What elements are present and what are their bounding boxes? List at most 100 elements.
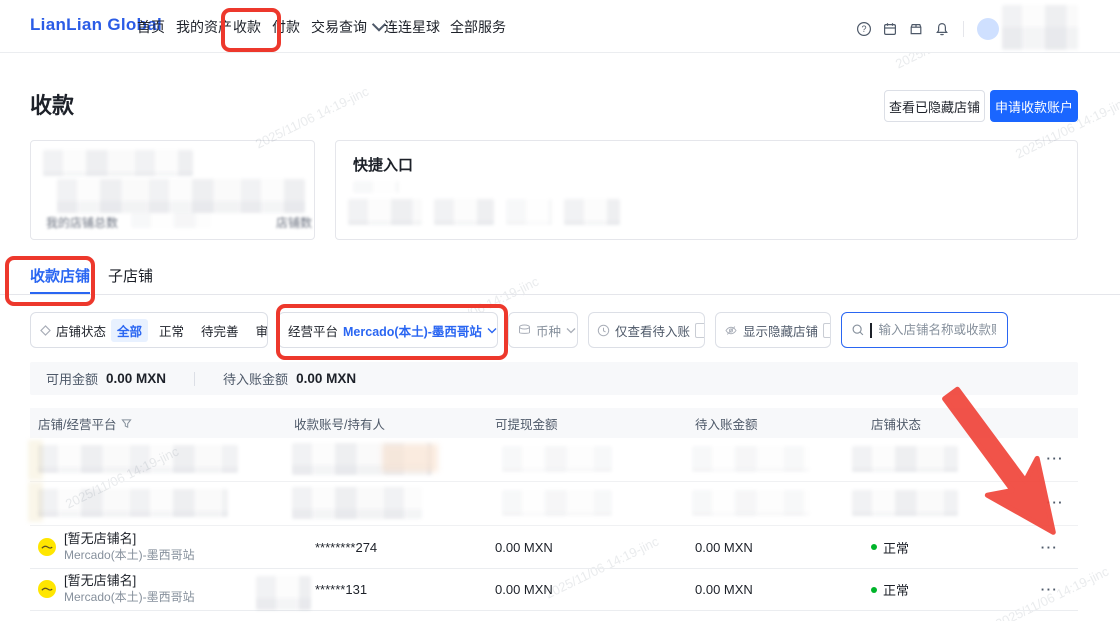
filter-funnel-icon[interactable] bbox=[121, 418, 133, 429]
search-icon bbox=[852, 324, 864, 336]
column-shop-platform: 店铺/经营平台 bbox=[30, 414, 282, 433]
redacted-tint bbox=[382, 444, 438, 472]
platform-filter[interactable]: 经营平台 Mercado(本土)-墨西哥站 bbox=[278, 312, 498, 348]
withdrawable-amount: 0.00 MXN bbox=[495, 539, 553, 555]
status-badge: 正常 bbox=[883, 583, 910, 598]
nav-item-home[interactable]: 首页 bbox=[137, 17, 165, 37]
show-hidden-filter: 显示隐藏店铺 bbox=[715, 312, 831, 348]
coins-icon bbox=[519, 324, 530, 334]
shop-tabs: 收款店铺 子店铺 bbox=[0, 258, 1120, 295]
shop-name: [暂无店铺名] bbox=[64, 573, 137, 589]
redacted-quick-link[interactable] bbox=[564, 199, 620, 225]
tab-sub-shops[interactable]: 子店铺 bbox=[108, 265, 153, 286]
row-actions-menu[interactable]: ··· bbox=[1047, 451, 1065, 466]
redacted-block bbox=[692, 490, 810, 516]
redacted-block bbox=[852, 446, 958, 472]
shop-total-label: 我的店铺总数 bbox=[46, 216, 119, 230]
avatar[interactable] bbox=[977, 18, 999, 40]
platform-filter-label: 经营平台 bbox=[288, 324, 339, 339]
status-dot-icon bbox=[871, 586, 877, 593]
pending-amount: 0.00 MXN bbox=[695, 582, 753, 597]
apply-collection-account-button[interactable]: 申请收款账户 bbox=[990, 90, 1078, 122]
pending-amount-label: 待入账金额 bbox=[223, 372, 289, 387]
header-icon-group: ? bbox=[856, 18, 999, 40]
search-input[interactable] bbox=[876, 322, 998, 338]
nav-item-lianlian-planet[interactable]: 连连星球 bbox=[384, 17, 440, 37]
shop-count-label: 店铺数 bbox=[276, 216, 313, 230]
mercado-logo-icon bbox=[38, 580, 56, 599]
column-account-holder: 收款账号/持有人 bbox=[294, 417, 385, 432]
pending-amount: 0.00 MXN bbox=[695, 539, 753, 555]
nav-item-my-assets[interactable]: 我的资产 bbox=[176, 17, 232, 37]
shop-name: [暂无店铺名] bbox=[64, 530, 137, 546]
shop-platform: Mercado(本土)-墨西哥站 bbox=[64, 590, 195, 605]
view-hidden-shops-button[interactable]: 查看已隐藏店铺 bbox=[884, 90, 985, 122]
account-number: ******131 bbox=[315, 582, 368, 597]
nav-item-transaction-query[interactable]: 交易查询 bbox=[311, 17, 387, 37]
redacted-block bbox=[353, 181, 399, 193]
clock-icon bbox=[597, 324, 610, 336]
amount-summary-bar: 可用金额 0.00 MXN 待入账金额 0.00 MXN bbox=[30, 362, 1078, 395]
chevron-down-icon bbox=[487, 327, 497, 333]
app-root: 2025/11/06 14:19-jinc 2025/11/06 14:19-j… bbox=[0, 0, 1120, 621]
available-amount-label: 可用金额 bbox=[46, 372, 99, 387]
currency-filter[interactable]: 币种 bbox=[508, 312, 578, 348]
shop-status-filter: 店铺状态 全部 正常 待完善 审核中 bbox=[30, 312, 268, 348]
column-label: 店铺/经营平台 bbox=[38, 417, 117, 432]
row-actions-menu[interactable]: ··· bbox=[1013, 582, 1078, 597]
shop-cell: [暂无店铺名] Mercado(本土)-墨西哥站 bbox=[30, 531, 282, 563]
shops-table: 店铺/经营平台 收款账号/持有人 可提现金额 待入账金额 店铺状态 ··· ··… bbox=[28, 408, 1078, 611]
calendar-icon[interactable] bbox=[882, 21, 898, 37]
shop-status-label: 店铺状态 bbox=[56, 324, 107, 339]
redacted-block bbox=[57, 179, 305, 213]
row-actions-menu[interactable]: ··· bbox=[1047, 495, 1065, 510]
quick-entry-title: 快捷入口 bbox=[353, 157, 414, 174]
currency-filter-label: 币种 bbox=[536, 324, 562, 339]
redacted-quick-link[interactable] bbox=[506, 199, 552, 225]
tab-collection-shops[interactable]: 收款店铺 bbox=[30, 265, 90, 286]
status-cell: 正常 bbox=[863, 538, 1013, 557]
show-hidden-checkbox[interactable] bbox=[823, 322, 830, 338]
redacted-quick-link[interactable] bbox=[434, 199, 494, 225]
help-icon[interactable]: ? bbox=[856, 21, 872, 37]
table-row: [暂无店铺名] Mercado(本土)-墨西哥站 ********274 0.0… bbox=[30, 526, 1078, 569]
redacted-user-info bbox=[1002, 5, 1078, 50]
shop-platform: Mercado(本土)-墨西哥站 bbox=[64, 547, 195, 562]
row-actions-menu[interactable]: ··· bbox=[1013, 540, 1078, 555]
active-tab-underline bbox=[30, 292, 90, 294]
redacted-quick-link[interactable] bbox=[348, 199, 422, 225]
column-withdrawable: 可提现金额 bbox=[495, 417, 558, 432]
status-cell: 正常 bbox=[863, 580, 1013, 599]
account-cell: ********274 bbox=[282, 540, 487, 555]
shop-cell: [暂无店铺名] Mercado(本土)-墨西哥站 bbox=[30, 573, 282, 605]
text-caret bbox=[870, 322, 872, 338]
nav-item-all-services[interactable]: 全部服务 bbox=[450, 17, 506, 37]
top-nav-bar: LianLian Global 首页 我的资产 收款 付款 交易查询 连连星球 … bbox=[0, 0, 1120, 53]
bell-icon[interactable] bbox=[934, 21, 950, 37]
svg-text:?: ? bbox=[861, 24, 866, 34]
shop-search-box bbox=[841, 312, 1008, 348]
status-option-normal[interactable]: 正常 bbox=[153, 319, 190, 342]
chevron-down-icon bbox=[566, 327, 576, 333]
nav-item-payment[interactable]: 付款 bbox=[272, 17, 300, 37]
table-header-row: 店铺/经营平台 收款账号/持有人 可提现金额 待入账金额 店铺状态 bbox=[30, 408, 1078, 438]
status-option-all[interactable]: 全部 bbox=[111, 318, 149, 342]
redacted-block bbox=[43, 150, 193, 176]
redacted-block bbox=[292, 487, 422, 519]
pending-only-label: 仅查看待入账 bbox=[615, 324, 691, 339]
package-icon[interactable] bbox=[908, 21, 924, 37]
table-row-redacted: ··· bbox=[28, 438, 1078, 482]
nav-item-collection[interactable]: 收款 bbox=[233, 17, 261, 37]
mercado-logo-icon bbox=[38, 537, 56, 556]
page-title: 收款 bbox=[30, 93, 75, 118]
status-option-reviewing[interactable]: 审核中 bbox=[250, 319, 267, 342]
status-badge: 正常 bbox=[883, 540, 910, 556]
column-pending: 待入账金额 bbox=[695, 417, 758, 432]
table-row-redacted: ··· bbox=[28, 482, 1078, 526]
available-amount-value: 0.00 MXN bbox=[106, 371, 167, 386]
pending-only-checkbox[interactable] bbox=[695, 322, 704, 338]
summary-divider bbox=[194, 371, 196, 386]
status-option-incomplete[interactable]: 待完善 bbox=[195, 319, 245, 342]
status-dot-icon bbox=[871, 544, 877, 550]
column-status: 店铺状态 bbox=[871, 417, 922, 432]
